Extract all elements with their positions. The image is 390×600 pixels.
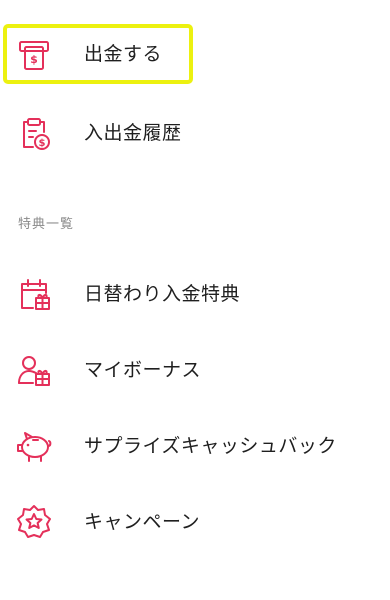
menu-item-label: 出金する [84,43,163,65]
menu-item-history[interactable]: $ 入出金履歴 [0,103,390,163]
menu-item-label: 日替わり入金特典 [84,283,241,305]
menu-item-label: サプライズキャッシュバック [84,435,337,457]
svg-text:$: $ [30,53,38,66]
history-icon: $ [14,113,54,153]
menu-item-label: キャンペーン [84,511,201,533]
section-title-benefits: 特典一覧 [18,217,75,232]
menu-item-my-bonus[interactable]: マイボーナス [0,340,390,400]
menu-item-label: マイボーナス [84,359,202,381]
user-gift-icon [14,350,54,390]
menu-item-label: 入出金履歴 [84,122,182,144]
menu-item-withdraw[interactable]: $ 出金する [0,24,390,84]
calendar-gift-icon [14,274,54,314]
badge-star-icon [14,502,54,542]
menu-item-daily-deposit-bonus[interactable]: 日替わり入金特典 [0,264,390,324]
svg-text:$: $ [39,138,46,149]
menu-item-campaign[interactable]: キャンペーン [0,492,390,552]
piggy-bank-icon [14,426,54,466]
menu-item-surprise-cashback[interactable]: サプライズキャッシュバック [0,416,390,476]
side-menu: $ 出金する $ 入出金履歴 特典一覧 日替わり入金特典 マイボーナス サプライ… [0,0,390,600]
withdraw-icon: $ [14,34,54,74]
